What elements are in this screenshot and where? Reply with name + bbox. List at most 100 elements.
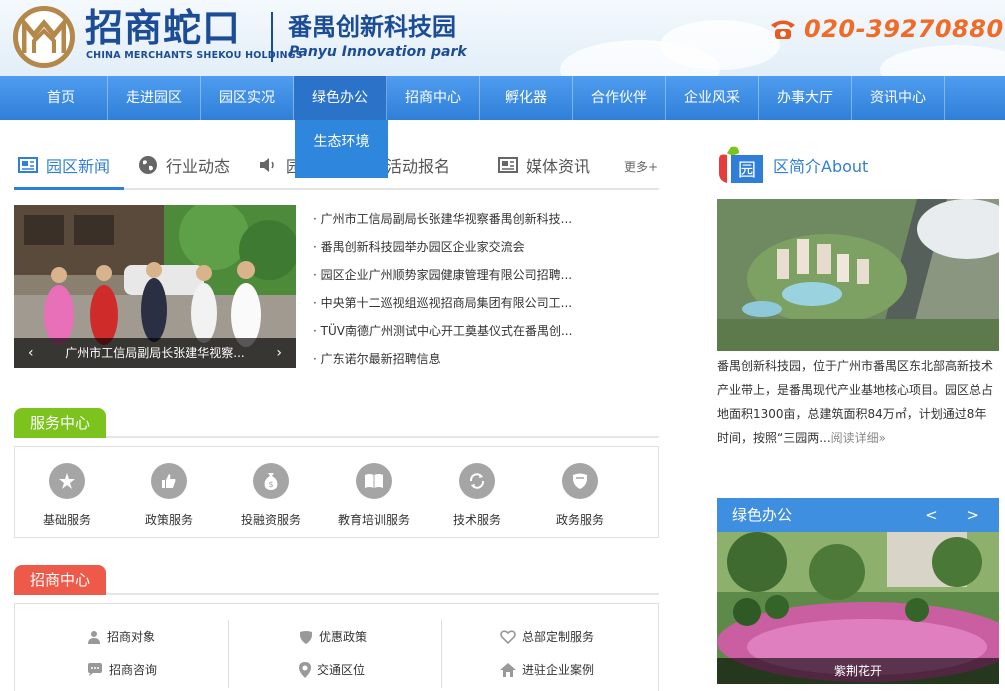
nav-item-park-reality[interactable]: 园区实况 [201, 76, 294, 120]
slide-prev-button[interactable]: ‹ [28, 338, 34, 368]
list-item[interactable]: · TÜV南德广州测试中心开工奠基仪式在番禺创... [313, 320, 613, 348]
tab-label: 行业动态 [166, 157, 231, 176]
investment-center-box: 招商对象 招商咨询 优惠政策 交通区位 总部定制服务 进驻企业案例 [14, 603, 659, 691]
list-item[interactable]: · 广州市工信局副局长张建华视察番禺创新科技... [313, 208, 613, 236]
nav-item-green-office[interactable]: 绿色办公 [294, 76, 387, 120]
active-tab-indicator [14, 187, 124, 190]
nav-item-partners[interactable]: 合作伙伴 [573, 76, 666, 120]
news-list: · 广州市工信局副局长张建华视察番禺创新科技... · 番禺创新科技园举办园区企… [313, 208, 613, 376]
phone-number[interactable]: 020-39270880 [804, 15, 1004, 43]
link-label: 优惠政策 [319, 630, 368, 644]
speaker-icon [260, 158, 274, 172]
service-center-box: 基础服务 政策服务 $ 投融资服务 教育培训服务 技术服务 政务服务 [14, 446, 659, 538]
slide-next-button[interactable]: › [276, 338, 282, 368]
service-label: 政策服务 [144, 513, 193, 527]
service-label: 技术服务 [452, 513, 501, 527]
list-item[interactable]: · 园区企业广州顺势家园健康管理有限公司招聘... [313, 264, 613, 292]
park-aerial-image[interactable] [717, 199, 999, 351]
company-logo-icon[interactable] [13, 6, 75, 68]
person-icon [88, 630, 100, 644]
service-label: 政务服务 [555, 513, 604, 527]
green-office-title[interactable]: 绿色办公 [732, 498, 792, 532]
column-divider [441, 620, 442, 688]
list-item[interactable]: · 广东诺尔最新招聘信息 [313, 348, 613, 376]
column-divider [228, 620, 229, 688]
logo-divider [271, 12, 273, 62]
book-icon [356, 463, 392, 499]
nav-item-enterprises[interactable]: 企业风采 [666, 76, 759, 120]
service-label: 投融资服务 [240, 513, 301, 527]
logo-chinese-name: 招商蛇口 [85, 6, 242, 50]
nav-item-news-center[interactable]: 资讯中心 [852, 76, 945, 120]
investment-center-title: 招商中心 [14, 565, 107, 595]
refresh-icon [459, 463, 495, 499]
news-more-link[interactable]: 更多+ [624, 158, 658, 175]
service-government[interactable]: 政务服务 [530, 463, 630, 528]
tab-label: 园区新闻 [46, 157, 111, 176]
list-item[interactable]: · 中央第十二巡视组巡视招商局集团有限公司工... [313, 292, 613, 320]
service-label: 教育培训服务 [337, 513, 410, 527]
tab-event-signup[interactable]: 活动报名 [386, 152, 450, 178]
slide-caption[interactable]: 广州市工信局副局长张建华视察... [65, 346, 244, 360]
park-english-name: Panyu Innovation park [289, 44, 467, 60]
link-label: 招商咨询 [109, 663, 158, 677]
chat-bubble-icon [88, 662, 102, 676]
investment-targets-link[interactable]: 招商对象 [87, 628, 155, 645]
park-logo-icon: 园 [719, 146, 763, 183]
link-label: 总部定制服务 [522, 630, 595, 644]
green-office-header: 绿色办公 < > [717, 498, 999, 532]
nav-item-incubator[interactable]: 孵化器 [480, 76, 573, 120]
service-basic[interactable]: 基础服务 [17, 463, 117, 528]
nav-item-service-hall[interactable]: 办事大厅 [759, 76, 852, 120]
map-pin-icon [299, 661, 311, 678]
service-policy[interactable]: 政策服务 [119, 463, 219, 528]
traffic-location-link[interactable]: 交通区位 [299, 661, 365, 678]
about-header: 园 区简介About [717, 144, 868, 186]
money-bag-icon: $ [253, 463, 289, 499]
enterprise-cases-link[interactable]: 进驻企业案例 [500, 661, 594, 678]
hotline: 020-39270880 [770, 14, 1004, 44]
service-label: 基础服务 [42, 513, 91, 527]
service-financing[interactable]: $ 投融资服务 [221, 463, 321, 528]
star-icon [49, 463, 85, 499]
preferential-policy-link[interactable]: 优惠政策 [299, 628, 367, 645]
about-title[interactable]: 区简介About [773, 153, 868, 177]
svg-text:$: $ [268, 480, 273, 489]
carousel-arrows[interactable]: < > [925, 498, 991, 532]
slide-caption-bar: ‹ 广州市工信局副局长张建华视察... › [14, 338, 296, 368]
link-label: 进驻企业案例 [522, 663, 595, 677]
tab-label: 媒体资讯 [526, 157, 591, 176]
heart-icon [500, 629, 516, 644]
tab-park-news[interactable]: 园区新闻 [18, 152, 110, 178]
about-logo-char: 园 [738, 160, 756, 181]
shield-icon [562, 463, 598, 499]
tab-media[interactable]: 媒体资讯 [498, 152, 590, 178]
nav-item-about-park[interactable]: 走进园区 [108, 76, 201, 120]
tab-industry-news[interactable]: 行业动态 [138, 152, 230, 178]
link-label: 交通区位 [317, 663, 366, 677]
investment-center-header: 招商中心 [14, 565, 659, 595]
investment-inquiry-link[interactable]: 招商咨询 [87, 661, 157, 678]
green-office-caption[interactable]: 紫荆花开 [717, 658, 999, 684]
list-item[interactable]: · 番禺创新科技园举办园区企业家交流会 [313, 236, 613, 264]
green-office-image[interactable]: 紫荆花开 [717, 532, 999, 684]
shield-icon [300, 630, 312, 644]
newspaper-icon [18, 157, 38, 173]
nav-item-investment[interactable]: 招商中心 [387, 76, 480, 120]
nav-item-home[interactable]: 首页 [15, 76, 108, 120]
newspaper-icon [498, 157, 518, 173]
thumbs-up-icon [151, 463, 187, 499]
park-chinese-name: 番禺创新科技园 [288, 13, 456, 41]
telephone-icon [771, 20, 795, 39]
tab-label: 活动报名 [386, 157, 451, 176]
service-education[interactable]: 教育培训服务 [324, 463, 424, 528]
link-label: 招商对象 [107, 630, 156, 644]
service-technology[interactable]: 技术服务 [427, 463, 527, 528]
news-slideshow[interactable]: ‹ 广州市工信局副局长张建华视察... › [14, 205, 296, 368]
service-center-header: 服务中心 [14, 408, 659, 438]
hq-custom-service-link[interactable]: 总部定制服务 [500, 628, 594, 645]
main-nav: 首页 走进园区 园区实况 绿色办公 招商中心 孵化器 合作伙伴 企业风采 办事大… [0, 76, 1005, 120]
dropdown-item-ecology[interactable]: 生态环境 [295, 120, 388, 164]
read-more-link[interactable]: 阅读详细» [831, 431, 886, 445]
about-description: 番禺创新科技园，位于广州市番禺区东北部高新技术产业带上，是番禺现代产业基地核心项… [717, 354, 997, 450]
